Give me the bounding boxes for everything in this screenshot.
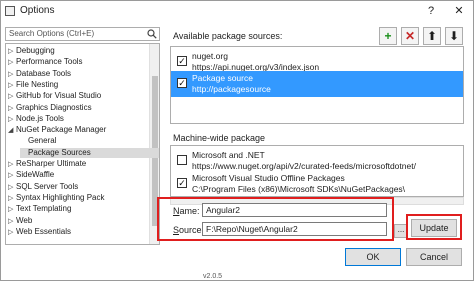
tree-item-label: SideWaffle [16, 170, 55, 180]
collapsed-arrow-icon[interactable]: ▷ [8, 115, 16, 126]
help-button[interactable]: ? [417, 1, 445, 21]
collapsed-arrow-icon[interactable]: ▷ [8, 47, 16, 58]
search-placeholder: Search Options (Ctrl+E) [9, 29, 95, 38]
source-checkbox[interactable]: ✓ [177, 56, 187, 66]
version-label: v2.0.5 [203, 273, 223, 280]
arrow-down-icon: ⬇ [448, 29, 460, 43]
tree-item[interactable]: ▷ Performance Tools [8, 57, 83, 68]
update-button[interactable]: Update [411, 219, 457, 237]
title-bar: Options ? ✕ [1, 1, 473, 21]
machine-source-name: Microsoft Visual Studio Offline Packages [192, 173, 345, 183]
tree-item[interactable]: ▷ Node.js Tools [8, 114, 64, 125]
tree-item-label: Graphics Diagnostics [16, 102, 92, 112]
collapsed-arrow-icon[interactable]: ▷ [8, 194, 16, 205]
remove-icon: ✕ [404, 29, 416, 43]
move-up-button[interactable]: ⬆ [423, 27, 441, 45]
source-field[interactable] [202, 222, 387, 236]
tree-item-label: File Nesting [16, 79, 59, 89]
tree-item-label: Web [16, 215, 33, 225]
tree-item-label: GitHub for Visual Studio [16, 91, 102, 101]
ok-button[interactable]: OK [345, 248, 401, 266]
collapsed-arrow-icon[interactable]: ▷ [8, 205, 16, 216]
tree-item[interactable]: ▷ Web Essentials [8, 227, 71, 238]
tree-item-label: SQL Server Tools [16, 181, 79, 191]
tree-item[interactable]: ▷ SideWaffle [8, 170, 54, 181]
machine-source-url: https://www.nuget.org/api/v2/curated-fee… [192, 161, 416, 171]
machine-source-url: C:\Program Files (x86)\Microsoft SDKs\Nu… [192, 184, 406, 194]
collapsed-arrow-icon[interactable]: ▷ [8, 183, 16, 194]
tree-item[interactable]: ▷ GitHub for Visual Studio [8, 91, 101, 102]
search-input[interactable]: Search Options (Ctrl+E) [5, 27, 160, 41]
name-label: Name: [173, 206, 200, 216]
collapsed-arrow-icon[interactable]: ▷ [8, 92, 16, 103]
add-icon: + [384, 29, 392, 43]
tree-item-label: Performance Tools [16, 57, 83, 67]
machine-sources-list[interactable]: Microsoft and .NET https://www.nuget.org… [170, 145, 464, 197]
tree-item[interactable]: General [20, 136, 56, 147]
tree-item-label: Node.js Tools [16, 113, 64, 123]
add-source-button[interactable]: + [379, 27, 397, 45]
window-title: Options [20, 5, 55, 16]
options-dialog: Options ? ✕ Search Options (Ctrl+E) ▷ Deb… [0, 0, 474, 281]
tree-item-label: Package Sources [28, 147, 91, 157]
app-icon [5, 6, 15, 16]
collapsed-arrow-icon[interactable]: ▷ [8, 58, 16, 69]
tree-item[interactable]: ◢ NuGet Package Manager [8, 125, 106, 136]
tree-item[interactable]: ▷ ReSharper Ultimate [8, 159, 86, 170]
search-icon [147, 29, 157, 39]
source-name: Package source [192, 73, 253, 83]
tree-item[interactable]: Package Sources [20, 147, 159, 159]
machine-wide-heading: Machine-wide package [173, 133, 266, 143]
source-url: http://packagesource [192, 84, 271, 94]
collapsed-arrow-icon[interactable]: ▷ [8, 81, 16, 92]
tree-item[interactable]: ▷ SQL Server Tools [8, 182, 78, 193]
machine-source-checkbox[interactable]: ✓ [177, 178, 187, 188]
name-field[interactable] [202, 203, 387, 217]
collapsed-arrow-icon[interactable]: ▷ [8, 228, 16, 239]
collapsed-arrow-icon[interactable]: ▷ [8, 70, 16, 81]
cancel-button[interactable]: Cancel [406, 248, 462, 266]
machine-source-name: Microsoft and .NET [192, 150, 265, 160]
tree-item[interactable]: ▷ Graphics Diagnostics [8, 103, 92, 114]
collapsed-arrow-icon[interactable]: ▷ [8, 171, 16, 182]
remove-source-button[interactable]: ✕ [401, 27, 419, 45]
tree-item-label: Text Templating [16, 204, 72, 214]
tree-item[interactable]: ▷ Debugging [8, 46, 55, 57]
available-sources-list[interactable]: ✓ nuget.org https://api.nuget.org/v3/ind… [170, 46, 464, 124]
move-down-button[interactable]: ⬇ [445, 27, 463, 45]
tree-item[interactable]: ▷ Text Templating [8, 204, 71, 215]
tree-item[interactable]: ▷ Syntax Highlighting Pack [8, 193, 105, 204]
collapsed-arrow-icon[interactable]: ▷ [8, 104, 16, 115]
source-label: Source: [173, 225, 205, 235]
tree-item-label: NuGet Package Manager [16, 125, 107, 135]
available-sources-heading: Available package sources: [173, 31, 283, 41]
tree-item-label: General [28, 136, 57, 146]
source-row-selected[interactable]: ✓ Package source http://packagesource [171, 71, 463, 97]
close-button[interactable]: ✕ [445, 1, 473, 21]
collapsed-arrow-icon[interactable]: ▷ [8, 160, 16, 171]
tree-item-label: Debugging [16, 46, 55, 55]
tree-item[interactable]: ▷ Web [8, 216, 32, 227]
tree-item-label: ReSharper Ultimate [16, 159, 87, 168]
source-checkbox[interactable]: ✓ [177, 78, 187, 88]
tree-item-label: Database Tools [16, 68, 71, 78]
tree-item-label: Syntax Highlighting Pack [16, 192, 105, 202]
tree-item[interactable]: ▷ Database Tools [8, 69, 71, 80]
tree-item[interactable]: ▷ File Nesting [8, 80, 58, 91]
tree-item-label: Web Essentials [16, 226, 71, 236]
options-tree[interactable]: ▷ Debugging ▷ Performance Tools ▷ Database To… [5, 43, 160, 245]
collapsed-arrow-icon[interactable]: ▷ [8, 217, 16, 228]
expanded-arrow-icon[interactable]: ◢ [8, 126, 16, 137]
machine-source-checkbox[interactable] [177, 155, 187, 165]
machine-source-row[interactable]: ✓ Microsoft Visual Studio Offline Packag… [171, 171, 463, 196]
source-name: nuget.org [192, 51, 228, 61]
arrow-up-icon: ⬆ [426, 29, 438, 43]
